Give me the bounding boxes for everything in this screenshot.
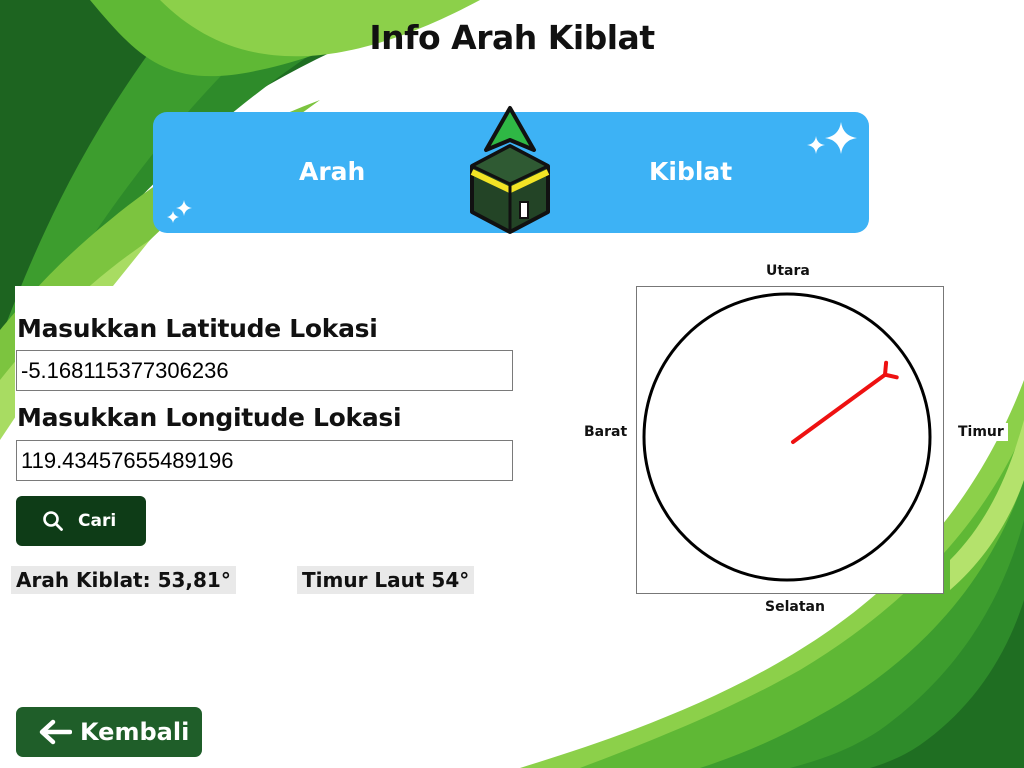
direction-result: Timur Laut 54° [297,566,475,594]
banner-text-left: Arah [299,157,366,186]
compass-panel [636,286,944,594]
arrow-left-icon [39,719,72,745]
latitude-input[interactable] [16,350,513,391]
compass-south-label: Selatan [765,599,825,615]
kaaba-icon [470,106,550,234]
compass-ring [642,292,932,582]
search-button[interactable]: Cari [16,496,146,546]
page-title: Info Arah Kiblat [369,18,655,57]
back-button-label: Kembali [80,718,190,746]
compass-east-label: Timur [954,423,1008,441]
qibla-result: Arah Kiblat: 53,81° [11,566,236,594]
search-icon [43,511,63,531]
qibla-needle [791,360,899,444]
sparkle-icon [167,200,192,223]
banner-text-right: Kiblat [649,157,733,186]
back-button[interactable]: Kembali [16,707,202,757]
compass-graphic [642,292,932,582]
longitude-label: Masukkan Longitude Lokasi [17,403,402,432]
search-button-label: Cari [78,511,117,531]
longitude-input[interactable] [16,440,513,481]
compass-west-label: Barat [584,424,628,440]
compass-north-label: Utara [766,263,810,279]
sparkle-icon [807,122,857,154]
latitude-label: Masukkan Latitude Lokasi [17,314,378,343]
